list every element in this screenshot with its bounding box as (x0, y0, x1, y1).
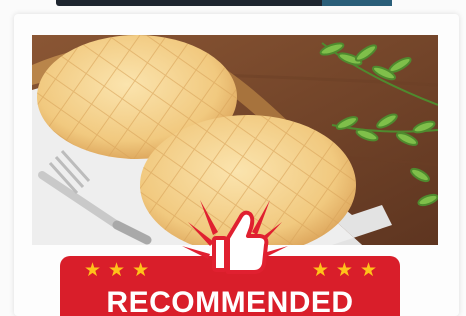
star-rating-left: ★★★ (84, 260, 157, 281)
badge-label: RECOMMENDED (106, 286, 354, 316)
page: ★★★ ★★★ RECOMMENDED (0, 0, 466, 316)
star-rating-right: ★★★ (311, 260, 384, 281)
thumbs-up-emblem (180, 190, 290, 286)
top-strip (56, 0, 392, 6)
thumbs-up-icon (182, 200, 288, 274)
